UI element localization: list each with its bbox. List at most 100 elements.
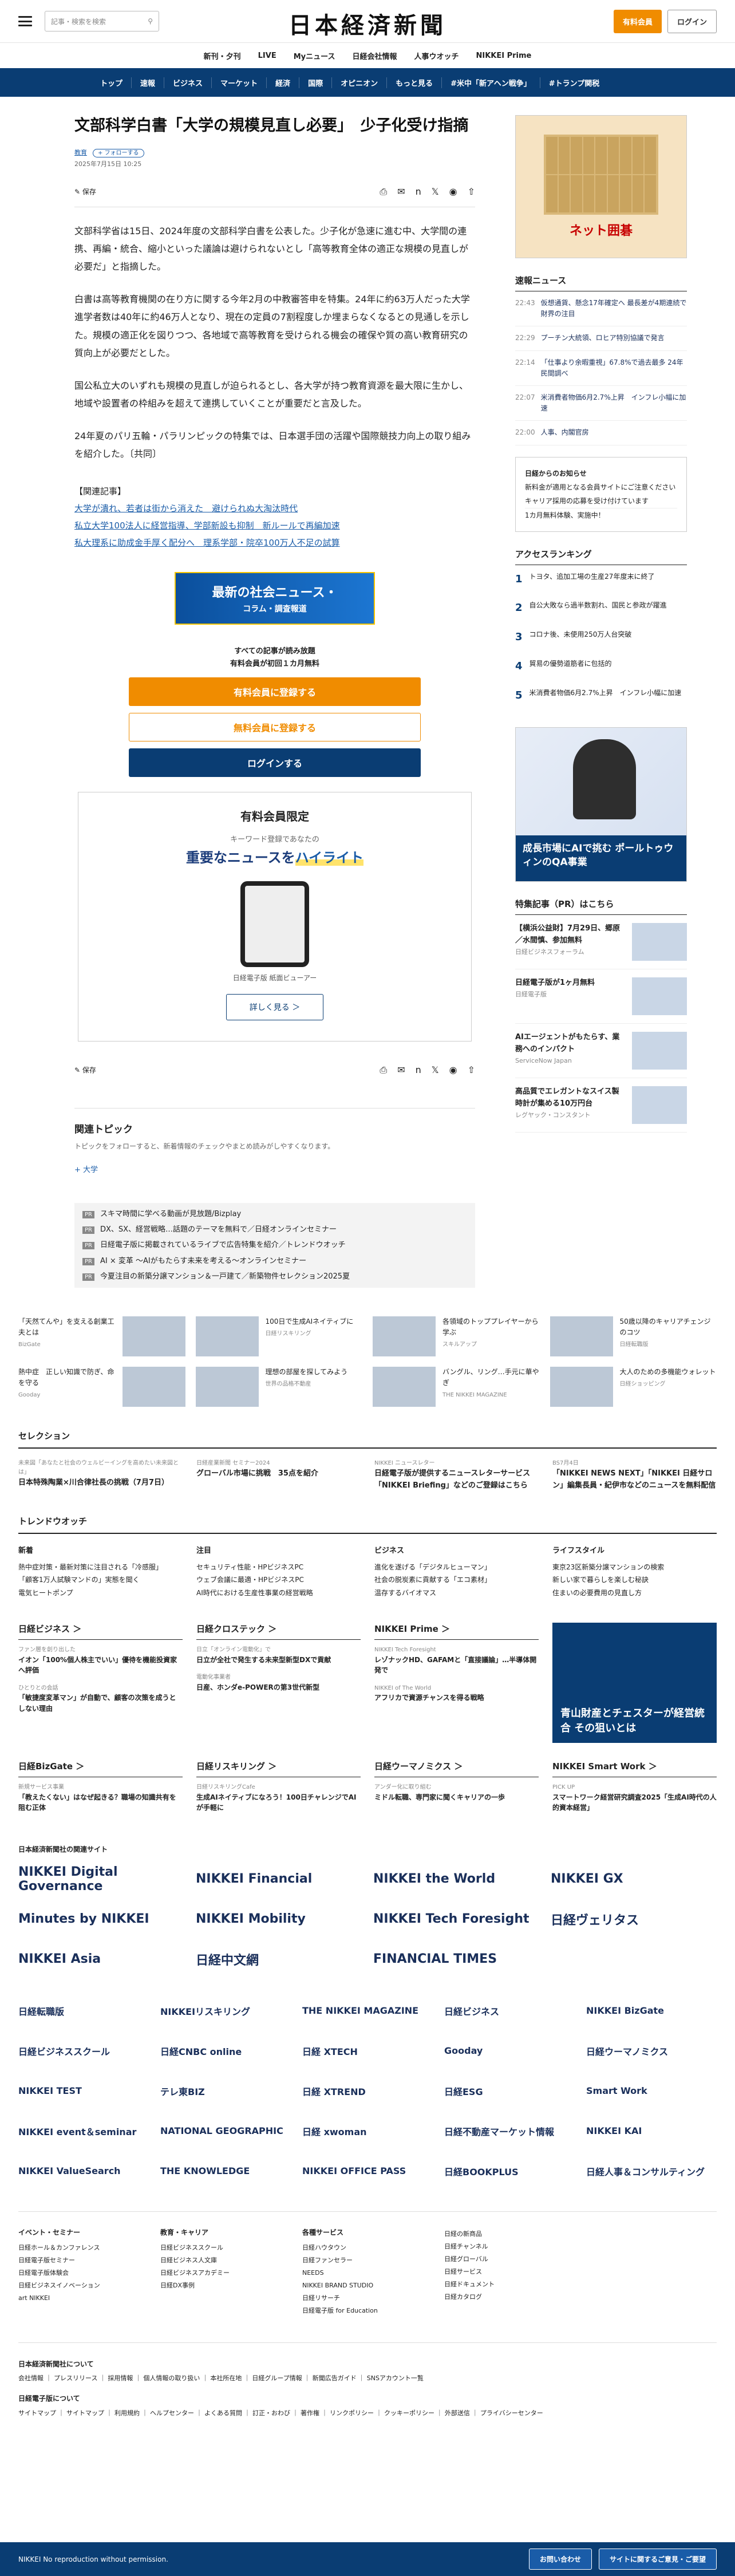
group-logo-link[interactable]: Smart Work xyxy=(586,2080,717,2102)
media-title[interactable]: 日経ビジネス ＞ xyxy=(18,1623,183,1640)
media-item[interactable]: NIKKEI of The World アフリカで資源チャンスを得る戦略 xyxy=(374,1684,539,1703)
news-item[interactable]: 22:14 「仕事より余暇重視」67.8%で過去最多 24年民間調べ xyxy=(515,351,687,386)
promo-banner[interactable]: 最新の社会ニュース・ コラム・調査報道 xyxy=(175,571,375,625)
note-icon[interactable]: n xyxy=(416,1064,421,1076)
trend-link[interactable]: 進化を遂げる「デジタルヒューマン」 xyxy=(374,1561,539,1574)
group-logo-link[interactable]: 日経不動産マーケット情報 xyxy=(444,2120,575,2143)
site-logo-link[interactable]: FINANCIAL TIMES xyxy=(373,1948,539,1971)
site-logo-link[interactable]: 日経ヴェリタス xyxy=(551,1908,717,1931)
save-button[interactable]: ✎ 保存 xyxy=(74,1065,96,1075)
media-item[interactable]: ファン層を創り出した イオン「100%個人株主でいい」優待を機能投資家へ評価 xyxy=(18,1646,183,1676)
menu-icon[interactable] xyxy=(18,16,32,26)
pr-item[interactable]: PR AI × 変革 ～AIがもたらす未来を考える～オンラインセミナー xyxy=(82,1253,467,1269)
group-logo-link[interactable]: 日経転職版 xyxy=(18,1999,149,2022)
group-logo-link[interactable]: 日経 XTECH xyxy=(302,2040,433,2062)
footer-link[interactable]: 日経電子版体験会 xyxy=(18,2267,149,2279)
promo-card[interactable]: 熱中症 正しい知識で防ぎ、命を守る Gooday xyxy=(18,1367,185,1407)
news-item[interactable]: 22:07 米消費者物価6月2.7%上昇 インフレ小幅に加速 xyxy=(515,386,687,421)
share-icon[interactable]: ⇧ xyxy=(468,186,475,198)
group-logo-link[interactable]: 日経人事＆コンサルティング xyxy=(586,2160,717,2183)
site-logo-link[interactable]: NIKKEI Asia xyxy=(18,1948,184,1971)
nav-item[interactable]: 国際 xyxy=(299,77,333,88)
group-logo-link[interactable]: NIKKEI BizGate xyxy=(586,1999,717,2022)
trend-link[interactable]: 「顧客1万人試験マンドの」実態を聞く xyxy=(18,1573,183,1587)
trend-link[interactable]: 温存するバイオマス xyxy=(374,1587,539,1600)
nav-item[interactable]: マーケット xyxy=(212,77,267,88)
group-logo-link[interactable]: NIKKEI OFFICE PASS xyxy=(302,2160,433,2183)
subnav-item[interactable]: LIVE xyxy=(258,52,276,60)
group-logo-link[interactable]: 日経ビジネススクール xyxy=(18,2040,149,2062)
print-icon[interactable]: ⎙ xyxy=(380,186,387,198)
pr-item[interactable]: PR スキマ時間に学べる動画が見放題/Bizplay xyxy=(82,1206,467,1222)
pr-item[interactable]: PR DX、SX、経営戦略…話題のテーマを無料で／日経オンラインセミナー xyxy=(82,1222,467,1237)
promo-card[interactable]: 「天然てんや」を支える創業工夫とは BizGate xyxy=(18,1316,185,1357)
group-logo-link[interactable]: NATIONAL GEOGRAPHIC xyxy=(160,2120,291,2143)
nav-item[interactable]: 経済 xyxy=(267,77,300,88)
footer-link[interactable]: 日経ハウタウン xyxy=(302,2242,433,2254)
media-item[interactable]: 新規サービス事業 「教えたくない」はなぜ起きる？職場の知識共有を阻む正体 xyxy=(18,1783,183,1813)
subnav-item[interactable]: Myニュース xyxy=(294,50,335,61)
bottom-link-row[interactable]: サイトマップ ｜ サイトマップ ｜ 利用規約 ｜ ヘルプセンター ｜ よくある質… xyxy=(18,2407,717,2420)
group-logo-link[interactable]: NIKKEI ValueSearch xyxy=(18,2160,149,2183)
group-logo-link[interactable]: THE KNOWLEDGE xyxy=(160,2160,291,2183)
footer-link[interactable]: art NIKKEI xyxy=(18,2292,149,2305)
pr-article[interactable]: 日経電子版が1ヶ月無料 日経電子版 xyxy=(515,969,687,1024)
news-item[interactable]: 22:00 人事、内閣官房 xyxy=(515,421,687,445)
trend-link[interactable]: 住まいの必要費用の見直し方 xyxy=(552,1587,717,1600)
footer-link[interactable]: 日経ファンセラー xyxy=(302,2254,433,2267)
notice-item[interactable]: 1カ月無料体験、実施中！ xyxy=(525,507,677,522)
related-link[interactable]: 私立大学100法人に経営指導、学部新設も抑制 新ルールで再編加速 xyxy=(74,517,475,534)
note-icon[interactable]: n xyxy=(416,186,421,198)
nav-item[interactable]: ビジネス xyxy=(164,77,212,88)
media-title[interactable]: 日経BizGate ＞ xyxy=(18,1760,183,1777)
media-item[interactable]: NIKKEI Tech Foresight レゾナックHD、GAFAMと「直接議論… xyxy=(374,1646,539,1676)
group-logo-link[interactable]: Gooday xyxy=(444,2040,575,2062)
pr-item[interactable]: PR 日経電子版に掲載されているライブで広告特集を紹介／トレンドウオッチ xyxy=(82,1237,467,1253)
selection-item[interactable]: 未来図「あなたと社会のウェルビーイングを高めたい未来図とは」 日本特殊陶業×川合律… xyxy=(18,1459,183,1492)
follow-button[interactable]: + フォローする xyxy=(93,148,144,157)
footer-link[interactable]: 日経ドキュメント xyxy=(444,2278,575,2291)
facebook-icon[interactable]: ◉ xyxy=(449,186,457,198)
trend-link[interactable]: 社会の脱炭素に貢献する「エコ素材」 xyxy=(374,1573,539,1587)
trend-link[interactable]: セキュリティ性能・HPビジネスPC xyxy=(196,1561,361,1574)
media-item[interactable]: PICK UP スマートワーク経営研究調査2025「生成AI時代の人的資本経営」 xyxy=(552,1783,717,1813)
promo-card[interactable]: バングル、リング…手元に華やぎ THE NIKKEI MAGAZINE xyxy=(373,1367,540,1407)
ranking-item[interactable]: 2 自公大敗なら過半数割れ、国民と参政が躍進 xyxy=(515,594,687,623)
trend-link[interactable]: 熱中症対策・最新対策に注目される「冷感服」 xyxy=(18,1561,183,1574)
promo-card[interactable]: 理想の部屋を探してみよう 世界の品格不動産 xyxy=(195,1367,363,1407)
save-button[interactable]: ✎ 保存 xyxy=(74,187,96,196)
ranking-item[interactable]: 4 貿易の優勢道筋者に包括的 xyxy=(515,652,687,681)
mail-icon[interactable]: ✉ xyxy=(397,186,405,198)
notice-item[interactable]: キャリア採用の応募を受け付けています xyxy=(525,494,677,508)
search-input[interactable]: 記事・検索を検索 ⚲ xyxy=(45,11,159,31)
footer-link[interactable]: 日経電子版 for Education xyxy=(302,2305,433,2317)
group-logo-link[interactable]: NIKKEI KAI xyxy=(586,2120,717,2143)
group-logo-link[interactable]: 日経CNBC online xyxy=(160,2040,291,2062)
site-logo-link[interactable]: 日経中文網 xyxy=(196,1948,362,1971)
media-title[interactable]: 日経リスキリング ＞ xyxy=(196,1760,361,1777)
footer-link[interactable]: 日経ビジネススクール xyxy=(160,2242,291,2254)
display-ad[interactable]: 成長市場にAIで挑む ポールトゥウィンのQA事業 xyxy=(515,727,687,882)
group-logo-link[interactable]: テレ東BIZ xyxy=(160,2080,291,2102)
promo-card[interactable]: 50歳以降のキャリアチェンジのコツ 日経転職版 xyxy=(550,1316,717,1357)
site-logo-link[interactable]: NIKKEI Financial xyxy=(196,1868,362,1891)
media-item[interactable]: 日経リスキリングCafe 生成AIネイティブになろう！100日チャレンジでAIが手… xyxy=(196,1783,361,1813)
media-title[interactable]: NIKKEI Smart Work ＞ xyxy=(552,1760,717,1777)
nav-item[interactable]: #米中「新アヘン戦争」 xyxy=(442,77,540,88)
promo-card[interactable]: 各領域のトッププレイヤーから学ぶ スキルアップ xyxy=(373,1316,540,1357)
go-ad[interactable]: ネット囲碁 xyxy=(515,115,687,258)
news-item[interactable]: 22:43 仮想通貨、懸念17年確定へ 最長差が4期連続で財界の注目 xyxy=(515,291,687,327)
group-logo-link[interactable]: 日経ウーマノミクス xyxy=(586,2040,717,2062)
selection-item[interactable]: BS7月4日 「NIKKEI NEWS NEXT」「NIKKEI 日経サロン」編集… xyxy=(552,1459,717,1492)
news-item[interactable]: 22:29 プーチン大統領、ロヒア特別協議で発言 xyxy=(515,326,687,351)
group-logo-link[interactable]: NIKKEIリスキリング xyxy=(160,1999,291,2022)
footer-link[interactable]: 日経電子版セミナー xyxy=(18,2254,149,2267)
related-link[interactable]: 大学が潰れ、若者は街から消えた 避けられぬ大淘汰時代 xyxy=(74,500,475,517)
ranking-item[interactable]: 5 米消費者物価6月2.7%上昇 インフレ小幅に加速 xyxy=(515,681,687,711)
feedback-button[interactable]: サイトに関するご意見・ご要望 xyxy=(598,2549,717,2570)
footer-link[interactable]: 日経グローバル xyxy=(444,2253,575,2266)
media-item[interactable]: ひとりとの会話 「敏捷度変革マン」が自動で、顧客の次策を成うとしない理由 xyxy=(18,1684,183,1714)
promo-card[interactable]: 100日で生成AIネイティブに 日経リスキリング xyxy=(195,1316,363,1357)
group-logo-link[interactable]: 日経ビジネス xyxy=(444,1999,575,2022)
media-title[interactable]: 日経クロステック ＞ xyxy=(196,1623,361,1640)
